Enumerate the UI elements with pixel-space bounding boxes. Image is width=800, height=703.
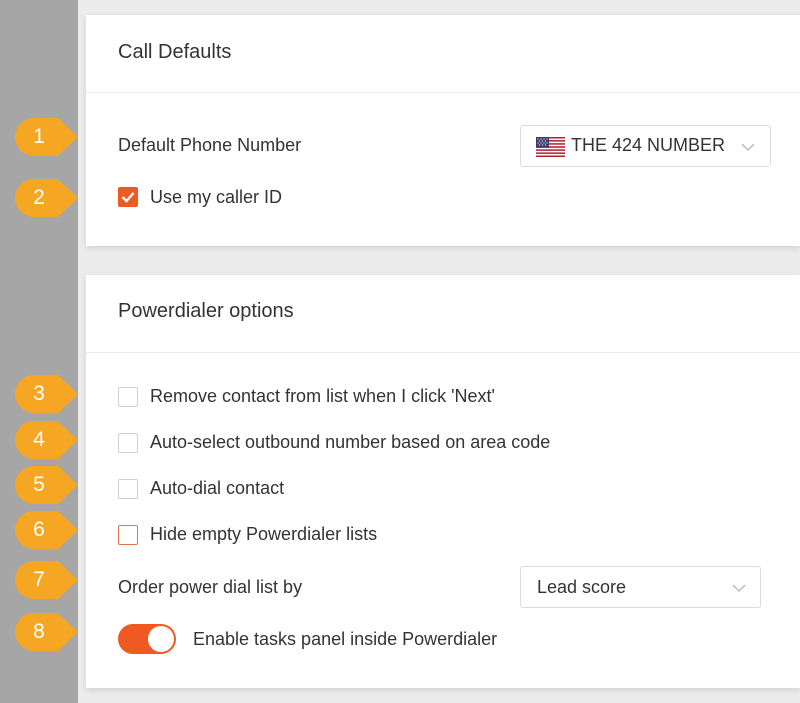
auto-select-label: Auto-select outbound number based on are… <box>150 432 551 452</box>
callout-marker-6: 6 <box>14 510 80 550</box>
callout-marker-8: 8 <box>14 612 80 652</box>
check-icon <box>121 192 135 203</box>
callout-marker-5: 5 <box>14 465 80 505</box>
callout-marker-3: 3 <box>14 374 80 414</box>
callout-marker-4: 4 <box>14 420 80 460</box>
order-by-label: Order power dial list by <box>118 577 303 597</box>
us-flag-icon <box>536 137 565 157</box>
callout-marker-2: 2 <box>14 178 80 218</box>
order-by-select[interactable]: Lead score <box>520 566 761 608</box>
powerdialer-header: Powerdialer options <box>86 275 800 353</box>
chevron-down-icon <box>741 143 755 152</box>
remove-contact-label: Remove contact from list when I click 'N… <box>150 386 495 406</box>
callout-number: 4 <box>33 428 45 451</box>
callout-number: 3 <box>33 382 45 405</box>
auto-select-checkbox[interactable] <box>118 433 138 453</box>
callout-number: 5 <box>33 473 45 496</box>
use-caller-id-checkbox[interactable] <box>118 187 138 207</box>
callout-number: 8 <box>33 620 45 643</box>
remove-contact-checkbox[interactable] <box>118 387 138 407</box>
hide-empty-checkbox[interactable] <box>118 525 138 545</box>
callout-number: 1 <box>33 125 45 148</box>
callout-marker-7: 7 <box>14 560 80 600</box>
default-phone-select[interactable]: THE 424 NUMBER <box>520 125 771 167</box>
auto-dial-label: Auto-dial contact <box>150 478 285 498</box>
default-phone-value: THE 424 NUMBER <box>571 135 726 155</box>
enable-tasks-label: Enable tasks panel inside Powerdialer <box>193 629 498 649</box>
callout-number: 6 <box>33 518 45 541</box>
order-by-value: Lead score <box>537 577 627 597</box>
call-defaults-card: Call Defaults Default Phone Number THE 4… <box>86 15 800 246</box>
callout-number: 7 <box>33 568 45 591</box>
callout-number: 2 <box>33 186 45 209</box>
powerdialer-title: Powerdialer options <box>118 300 294 322</box>
call-defaults-header: Call Defaults <box>86 15 800 93</box>
callout-marker-1: 1 <box>14 117 80 157</box>
powerdialer-card: Powerdialer options Remove contact from … <box>86 275 800 688</box>
default-phone-label: Default Phone Number <box>118 135 302 155</box>
toggle-knob <box>148 626 174 652</box>
hide-empty-label: Hide empty Powerdialer lists <box>150 524 378 544</box>
chevron-down-icon <box>732 584 746 593</box>
enable-tasks-toggle[interactable] <box>118 624 176 654</box>
call-defaults-title: Call Defaults <box>118 41 232 63</box>
auto-dial-checkbox[interactable] <box>118 479 138 499</box>
use-caller-id-label: Use my caller ID <box>150 187 283 207</box>
